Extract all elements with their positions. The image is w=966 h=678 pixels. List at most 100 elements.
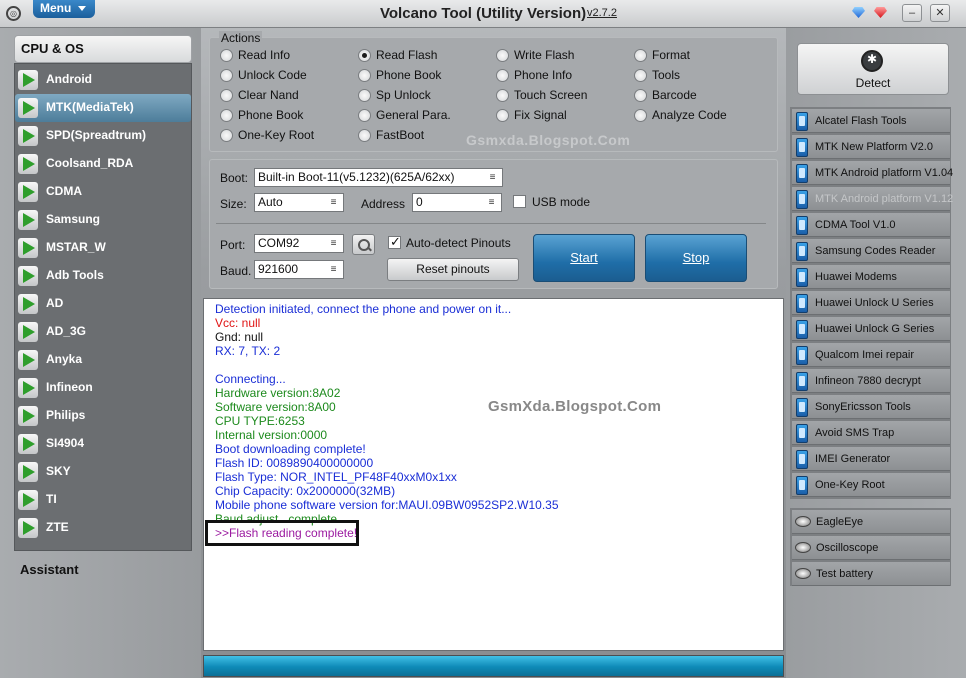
extra-test-battery[interactable]: Test battery: [792, 562, 950, 586]
tool-label: Huawei Modems: [815, 271, 897, 283]
menu-button[interactable]: Menu: [33, 0, 95, 18]
port-select[interactable]: COM92: [254, 234, 344, 253]
tool-alcatel-flash-tools[interactable]: Alcatel Flash Tools: [792, 109, 950, 133]
cpu-item-ad[interactable]: AD: [15, 290, 191, 318]
cpu-item-adb-tools[interactable]: Adb Tools: [15, 262, 191, 290]
tool-one-key-root[interactable]: One-Key Root: [792, 473, 950, 497]
radio-tools[interactable]: Tools: [634, 68, 764, 84]
cpu-item-si4904[interactable]: SI4904: [15, 430, 191, 458]
minimize-button[interactable]: –: [902, 4, 922, 22]
radio-dot-icon: [634, 109, 647, 122]
tool-avoid-sms-trap[interactable]: Avoid SMS Trap: [792, 421, 950, 445]
start-button[interactable]: Start: [533, 234, 635, 282]
cpu-item-infineon[interactable]: Infineon: [15, 374, 191, 402]
radio-phone-book[interactable]: Phone Book: [220, 108, 350, 124]
tool-label: Huawei Unlock U Series: [815, 297, 934, 309]
close-button[interactable]: ✕: [930, 4, 950, 22]
extra-eagleeye[interactable]: EagleEye: [792, 510, 950, 534]
watermark-top: Gsmxda.Blogspot.Com: [466, 132, 631, 148]
cpu-os-header[interactable]: CPU & OS: [14, 35, 192, 63]
port-select-value: COM92: [258, 236, 300, 250]
cpu-os-panel: CPU & OS Android MTK(MediaTek) SPD(Spreadt…: [12, 33, 194, 553]
stop-button[interactable]: Stop: [645, 234, 747, 282]
address-select[interactable]: 0: [412, 193, 502, 212]
play-icon: [18, 350, 38, 370]
cpu-item-android[interactable]: Android: [15, 66, 191, 94]
radio-format[interactable]: Format: [634, 48, 764, 64]
size-select-value: Auto: [258, 195, 283, 209]
tool-samsung-codes-reader[interactable]: Samsung Codes Reader: [792, 239, 950, 263]
cpu-item-spd-spreadtrum[interactable]: SPD(Spreadtrum): [15, 122, 191, 150]
tool-cdma-tool-v1-0[interactable]: CDMA Tool V1.0: [792, 213, 950, 237]
radio-one-key-root[interactable]: One-Key Root: [220, 128, 350, 144]
radio-general-para[interactable]: General Para.: [358, 108, 488, 124]
log-line: Chip Capacity: 0x2000000(32MB): [215, 484, 396, 498]
auto-detect-checkbox[interactable]: [388, 234, 401, 250]
radio-analyze-code[interactable]: Analyze Code: [634, 108, 764, 124]
blue-gem-icon[interactable]: [852, 7, 865, 18]
cpu-item-mstar-w[interactable]: MSTAR_W: [15, 234, 191, 262]
cpu-item-samsung[interactable]: Samsung: [15, 206, 191, 234]
tool-imei-generator[interactable]: IMEI Generator: [792, 447, 950, 471]
radio-phone-info[interactable]: Phone Info: [496, 68, 626, 84]
stethoscope-icon: [795, 516, 811, 527]
assistant-section[interactable]: Assistant: [20, 562, 79, 577]
log-line: Flash ID: 0089890400000000: [215, 456, 374, 470]
radio-write-flash[interactable]: Write Flash: [496, 48, 626, 64]
tool-qualcom-imei-repair[interactable]: Qualcom Imei repair: [792, 343, 950, 367]
cpu-item-anyka[interactable]: Anyka: [15, 346, 191, 374]
cpu-item-label: Coolsand_RDA: [46, 156, 134, 170]
play-icon: [18, 490, 38, 510]
tool-mtk-android-platform-v1-12[interactable]: MTK Android platform V1.12: [792, 187, 953, 211]
tool-huawei-modems[interactable]: Huawei Modems: [792, 265, 950, 289]
log-output[interactable]: Detection initiated, connect the phone a…: [203, 298, 784, 651]
dropdown-icon: [328, 197, 339, 208]
radio-phone-book[interactable]: Phone Book: [358, 68, 488, 84]
cpu-item-cdma[interactable]: CDMA: [15, 178, 191, 206]
radio-sp-unlock[interactable]: Sp Unlock: [358, 88, 488, 104]
app-title: Volcano Tool (Utility Version): [380, 5, 587, 22]
tool-huawei-unlock-g-series[interactable]: Huawei Unlock G Series: [792, 317, 950, 341]
tool-mtk-android-platform-v1-04[interactable]: MTK Android platform V1.04: [792, 161, 953, 185]
tool-infineon-7880-decrypt[interactable]: Infineon 7880 decrypt: [792, 369, 950, 393]
baud-select[interactable]: 921600: [254, 260, 344, 279]
size-select[interactable]: Auto: [254, 193, 344, 212]
radio-dot-icon: [358, 129, 371, 142]
radio-clear-nand[interactable]: Clear Nand: [220, 88, 350, 104]
detect-button[interactable]: Detect: [797, 43, 949, 95]
tool-mtk-new-platform-v2-0[interactable]: MTK New Platform V2.0: [792, 135, 950, 159]
log-line: Internal version:0000: [215, 428, 328, 442]
tool-sonyericsson-tools[interactable]: SonyEricsson Tools: [792, 395, 950, 419]
cpu-item-label: AD_3G: [46, 324, 87, 338]
version-link[interactable]: v2.7.2: [587, 7, 617, 19]
search-port-button[interactable]: [352, 234, 375, 255]
cpu-item-mtk-mediatek[interactable]: MTK(MediaTek): [15, 94, 191, 122]
red-gem-icon[interactable]: [874, 7, 887, 18]
cpu-item-coolsand-rda[interactable]: Coolsand_RDA: [15, 150, 191, 178]
cpu-item-ad-3g[interactable]: AD_3G: [15, 318, 191, 346]
radio-fix-signal[interactable]: Fix Signal: [496, 108, 626, 124]
radio-read-flash[interactable]: Read Flash: [358, 48, 488, 64]
cpu-item-zte[interactable]: ZTE: [15, 514, 191, 542]
radio-read-info[interactable]: Read Info: [220, 48, 350, 64]
tool-huawei-unlock-u-series[interactable]: Huawei Unlock U Series: [792, 291, 950, 315]
cpu-item-ti[interactable]: TI: [15, 486, 191, 514]
radio-unlock-code[interactable]: Unlock Code: [220, 68, 350, 84]
usb-mode-checkbox[interactable]: [513, 195, 526, 208]
phone-icon: [796, 138, 808, 157]
cpu-item-philips[interactable]: Philips: [15, 402, 191, 430]
cpu-item-sky[interactable]: SKY: [15, 458, 191, 486]
actions-title: Actions: [219, 31, 263, 45]
radio-dot-icon: [358, 109, 371, 122]
cpu-item-label: MSTAR_W: [46, 240, 106, 254]
extra-oscilloscope[interactable]: Oscilloscope: [792, 536, 950, 560]
play-icon: [18, 322, 38, 342]
reset-pinouts-button[interactable]: Reset pinouts: [387, 258, 519, 281]
boot-select[interactable]: Built-in Boot-11(v5.1232)(625A/62xx): [254, 168, 503, 187]
boot-select-value: Built-in Boot-11(v5.1232)(625A/62xx): [258, 170, 455, 184]
radio-barcode[interactable]: Barcode: [634, 88, 764, 104]
app-icon[interactable]: ◎: [6, 6, 21, 21]
radio-touch-screen[interactable]: Touch Screen: [496, 88, 626, 104]
phone-icon: [796, 450, 808, 469]
play-icon: [18, 70, 38, 90]
